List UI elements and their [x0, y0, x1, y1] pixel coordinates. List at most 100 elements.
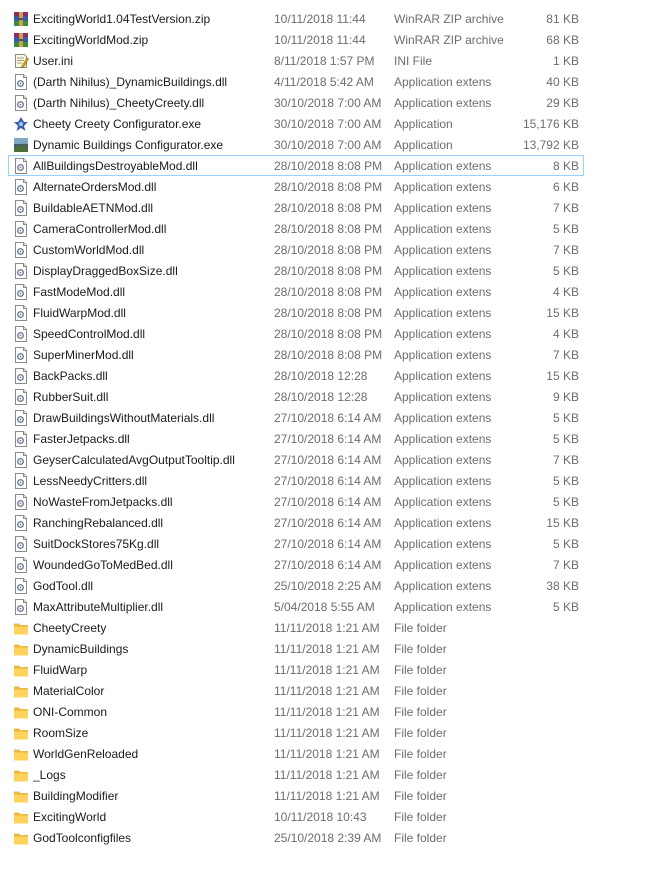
dll-file-icon — [13, 347, 29, 363]
file-row-21[interactable]: FasterJetpacks.dll 27/10/2018 6:14 AM Ap… — [8, 428, 584, 449]
dll-file-icon — [13, 200, 29, 216]
file-type: Application extens — [394, 390, 492, 404]
file-date-modified: 30/10/2018 7:00 AM — [274, 96, 382, 110]
file-row-5[interactable]: (Darth Nihilus)_CheetyCreety.dll 30/10/2… — [8, 92, 584, 113]
landscape-app-icon — [13, 137, 29, 153]
file-type: Application extens — [394, 558, 492, 572]
file-name: FasterJetpacks.dll — [33, 432, 130, 446]
file-row-14[interactable]: FastModeMod.dll 28/10/2018 8:08 PM Appli… — [8, 281, 584, 302]
file-row-12[interactable]: CustomWorldMod.dll 28/10/2018 8:08 PM Ap… — [8, 239, 584, 260]
file-row-15[interactable]: FluidWarpMod.dll 28/10/2018 8:08 PM Appl… — [8, 302, 584, 323]
file-type: Application extens — [394, 96, 492, 110]
file-type: File folder — [394, 621, 447, 635]
file-name: GodTool.dll — [33, 579, 94, 593]
file-row-30[interactable]: CheetyCreety 11/11/2018 1:21 AM File fol… — [8, 617, 584, 638]
file-row-6[interactable]: Cheety Creety Configurator.exe 30/10/201… — [8, 113, 584, 134]
file-type: Application extens — [394, 285, 492, 299]
file-date-modified: 28/10/2018 8:08 PM — [274, 243, 383, 257]
file-size: 7 KB — [552, 243, 579, 257]
dll-file-icon — [13, 557, 29, 573]
file-date-modified: 28/10/2018 8:08 PM — [274, 327, 383, 341]
file-type: Application extens — [394, 474, 492, 488]
file-row-34[interactable]: ONI-Common 11/11/2018 1:21 AM File folde… — [8, 701, 584, 722]
file-size: 15 KB — [546, 306, 579, 320]
file-row-17[interactable]: SuperMinerMod.dll 28/10/2018 8:08 PM App… — [8, 344, 584, 365]
file-date-modified: 10/11/2018 11:44 — [274, 12, 366, 26]
winrar-archive-icon — [13, 11, 29, 27]
file-row-18[interactable]: BackPacks.dll 28/10/2018 12:28 Applicati… — [8, 365, 584, 386]
file-row-3[interactable]: User.ini 8/11/2018 1:57 PM INI File 1 KB — [8, 50, 584, 71]
file-row-13[interactable]: DisplayDraggedBoxSize.dll 28/10/2018 8:0… — [8, 260, 584, 281]
file-size: 13,792 KB — [522, 138, 579, 152]
file-row-20[interactable]: DrawBuildingsWithoutMaterials.dll 27/10/… — [8, 407, 584, 428]
file-row-40[interactable]: GodToolconfigfiles 25/10/2018 2:39 AM Fi… — [8, 827, 584, 848]
file-row-24[interactable]: NoWasteFromJetpacks.dll 27/10/2018 6:14 … — [8, 491, 584, 512]
folder-icon — [13, 788, 29, 804]
file-date-modified: 11/11/2018 1:21 AM — [274, 621, 380, 635]
file-row-4[interactable]: (Darth Nihilus)_DynamicBuildings.dll 4/1… — [8, 71, 584, 92]
dll-file-icon — [13, 242, 29, 258]
file-row-38[interactable]: BuildingModifier 11/11/2018 1:21 AM File… — [8, 785, 584, 806]
file-name: BackPacks.dll — [33, 369, 108, 383]
file-type: File folder — [394, 726, 447, 740]
file-row-16[interactable]: SpeedControlMod.dll 28/10/2018 8:08 PM A… — [8, 323, 584, 344]
folder-icon — [13, 830, 29, 846]
file-date-modified: 28/10/2018 8:08 PM — [274, 348, 383, 362]
file-type: Application extens — [394, 264, 492, 278]
file-date-modified: 28/10/2018 8:08 PM — [274, 222, 383, 236]
file-name: DynamicBuildings — [33, 642, 129, 656]
file-type: Application extens — [394, 600, 492, 614]
file-row-1[interactable]: ExcitingWorld1.04TestVersion.zip 10/11/2… — [8, 8, 584, 29]
file-row-29[interactable]: MaxAttributeMultiplier.dll 5/04/2018 5:5… — [8, 596, 584, 617]
file-type: WinRAR ZIP archive — [394, 33, 504, 47]
file-size: 5 KB — [552, 222, 579, 236]
file-row-9[interactable]: AlternateOrdersMod.dll 28/10/2018 8:08 P… — [8, 176, 584, 197]
file-row-25[interactable]: RanchingRebalanced.dll 27/10/2018 6:14 A… — [8, 512, 584, 533]
dll-file-icon — [13, 179, 29, 195]
file-date-modified: 11/11/2018 1:21 AM — [274, 747, 380, 761]
file-row-10[interactable]: BuildableAETNMod.dll 28/10/2018 8:08 PM … — [8, 197, 584, 218]
file-type: File folder — [394, 747, 447, 761]
file-row-27[interactable]: WoundedGoToMedBed.dll 27/10/2018 6:14 AM… — [8, 554, 584, 575]
dll-file-icon — [13, 578, 29, 594]
file-date-modified: 11/11/2018 1:21 AM — [274, 684, 380, 698]
file-row-35[interactable]: RoomSize 11/11/2018 1:21 AM File folder — [8, 722, 584, 743]
file-type: Application extens — [394, 579, 492, 593]
file-row-28[interactable]: GodTool.dll 25/10/2018 2:25 AM Applicati… — [8, 575, 584, 596]
file-date-modified: 28/10/2018 8:08 PM — [274, 159, 383, 173]
file-date-modified: 27/10/2018 6:14 AM — [274, 516, 382, 530]
file-row-33[interactable]: MaterialColor 11/11/2018 1:21 AM File fo… — [8, 680, 584, 701]
file-name: SpeedControlMod.dll — [33, 327, 146, 341]
file-row-31[interactable]: DynamicBuildings 11/11/2018 1:21 AM File… — [8, 638, 584, 659]
file-type: Application extens — [394, 75, 492, 89]
file-name: CustomWorldMod.dll — [33, 243, 145, 257]
dll-file-icon — [13, 368, 29, 384]
dll-file-icon — [13, 410, 29, 426]
file-row-7[interactable]: Dynamic Buildings Configurator.exe 30/10… — [8, 134, 584, 155]
file-date-modified: 4/11/2018 5:42 AM — [274, 75, 374, 89]
file-row-19[interactable]: RubberSuit.dll 28/10/2018 12:28 Applicat… — [8, 386, 584, 407]
file-name: ONI-Common — [33, 705, 108, 719]
file-row-22[interactable]: GeyserCalculatedAvgOutputTooltip.dll 27/… — [8, 449, 584, 470]
file-row-2[interactable]: ExcitingWorldMod.zip 10/11/2018 11:44 Wi… — [8, 29, 584, 50]
file-row-11[interactable]: CameraControllerMod.dll 28/10/2018 8:08 … — [8, 218, 584, 239]
file-date-modified: 30/10/2018 7:00 AM — [274, 117, 382, 131]
file-date-modified: 28/10/2018 8:08 PM — [274, 285, 383, 299]
file-row-8[interactable]: AllBuildingsDestroyableMod.dll 28/10/201… — [8, 155, 584, 176]
file-name: MaxAttributeMultiplier.dll — [33, 600, 164, 614]
file-type: Application extens — [394, 411, 492, 425]
file-name: RoomSize — [33, 726, 89, 740]
file-row-39[interactable]: ExcitingWorld 10/11/2018 10:43 File fold… — [8, 806, 584, 827]
file-row-23[interactable]: LessNeedyCritters.dll 27/10/2018 6:14 AM… — [8, 470, 584, 491]
file-row-36[interactable]: WorldGenReloaded 11/11/2018 1:21 AM File… — [8, 743, 584, 764]
file-date-modified: 11/11/2018 1:21 AM — [274, 642, 380, 656]
folder-icon — [13, 683, 29, 699]
file-type: File folder — [394, 663, 447, 677]
file-size: 38 KB — [546, 579, 579, 593]
folder-icon — [13, 746, 29, 762]
file-row-26[interactable]: SuitDockStores75Kg.dll 27/10/2018 6:14 A… — [8, 533, 584, 554]
file-type: Application extens — [394, 516, 492, 530]
file-row-32[interactable]: FluidWarp 11/11/2018 1:21 AM File folder — [8, 659, 584, 680]
file-date-modified: 10/11/2018 11:44 — [274, 33, 366, 47]
file-row-37[interactable]: _Logs 11/11/2018 1:21 AM File folder — [8, 764, 584, 785]
